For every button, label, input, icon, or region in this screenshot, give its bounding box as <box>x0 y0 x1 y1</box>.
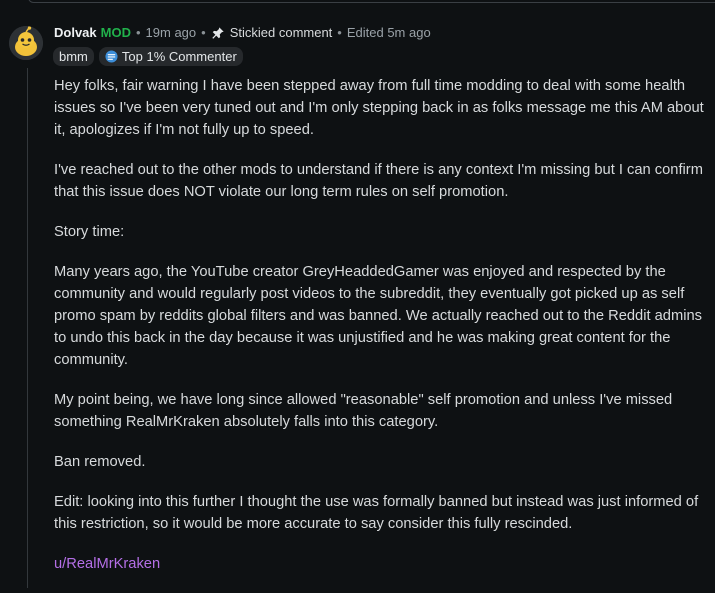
comment-paragraph: My point being, we have long since allow… <box>54 392 673 430</box>
top-commenter-label: Top 1% Commenter <box>121 49 237 64</box>
comment-paragraph: Hey folks, fair warning I have been step… <box>54 78 704 138</box>
comment-paragraph: Story time: <box>54 224 125 240</box>
comment-paragraph: I've reached out to the other mods to un… <box>54 162 703 200</box>
mod-label: MOD <box>100 25 131 40</box>
flair-badge: bmm <box>53 47 94 66</box>
top-commenter-icon <box>105 50 118 63</box>
comment-paragraph: Ban removed. <box>54 454 146 470</box>
flair-label: bmm <box>59 49 88 64</box>
separator-dot: • <box>135 25 141 40</box>
top-commenter-badge[interactable]: Top 1% Commenter <box>98 47 243 66</box>
comment-time[interactable]: 19m ago <box>146 25 197 41</box>
separator-dot: • <box>201 25 206 40</box>
comment-body: Hey folks, fair warning I have been step… <box>54 75 704 593</box>
avatar[interactable] <box>9 26 43 60</box>
edited-label: Edited 5m ago <box>346 25 431 40</box>
user-flair-row: bmm Top 1% Commenter <box>53 47 243 66</box>
snoo-avatar-icon <box>9 26 43 60</box>
pin-icon <box>212 27 224 39</box>
separator-dot: • <box>337 25 342 40</box>
parent-comment-box <box>28 0 715 3</box>
comment-paragraph: Many years ago, the YouTube creator Grey… <box>54 264 702 368</box>
author-name[interactable]: Dolvak <box>54 25 97 41</box>
comment-paragraph: Edit: looking into this further I though… <box>54 494 699 532</box>
user-link-paragraph: u/RealMrKraken <box>54 553 704 575</box>
comment-header: Dolvak MOD • 19m ago • Stickied comment … <box>54 25 431 41</box>
user-link[interactable]: u/RealMrKraken <box>54 556 160 572</box>
stickied-label: Stickied comment <box>229 25 333 40</box>
thread-line[interactable] <box>27 68 28 588</box>
